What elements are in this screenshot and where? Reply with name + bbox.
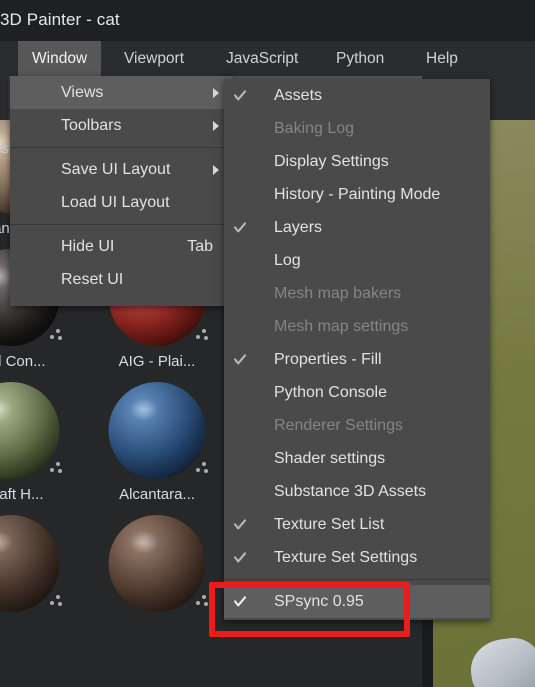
menu-item-texture-set-settings[interactable]: Texture Set Settings [224,541,490,574]
menu-item-label: Toolbars [61,116,122,134]
menu-item-python-console[interactable]: Python Console [224,376,490,409]
checkmark-icon [233,518,247,532]
menu-item-views[interactable]: Views [10,76,233,109]
menu-item-label: Save UI Layout [61,160,171,178]
menu-item-history-painting-mode[interactable]: History - Painting Mode [224,178,490,211]
asset-shading-overlay [108,515,206,612]
menu-item-texture-set-list[interactable]: Texture Set List [224,508,490,541]
menu-item-mesh-map-bakers: Mesh map bakers [224,277,490,310]
menu-item-label: History - Painting Mode [274,185,441,203]
asset-specular-highlight [129,397,159,421]
menu-separator [10,147,233,148]
application-window: 3D Painter - cat Window Viewport JavaScrip… [0,0,535,687]
menu-separator [224,579,490,580]
menu-item-label: Texture Set List [274,515,385,533]
menu-item-label: Shader settings [274,449,386,467]
menubar-item-window[interactable]: Window [18,41,102,76]
asset-label: Alcantara... [119,486,195,503]
menubar-item-label: JavaScript [226,49,299,67]
menu-item-substance-3d-assets[interactable]: Substance 3D Assets [224,475,490,508]
checkmark-icon [233,551,247,565]
submenu-arrow-icon [213,120,219,131]
menu-item-layers[interactable]: Layers [224,211,490,244]
submenu-arrow-icon [213,164,219,175]
checkmark-icon [233,221,247,235]
asset-thumbnail [108,515,206,612]
asset-label: ircraft H... [0,486,44,503]
menu-item-save-ui-layout[interactable]: Save UI Layout [10,153,233,186]
menu-item-label: Display Settings [274,152,389,170]
menu-item-label: Layers [274,218,323,236]
menu-item-renderer-settings: Renderer Settings [224,409,490,442]
asset-specular-highlight [129,530,159,554]
menu-item-label: Views [61,83,104,101]
asset-item[interactable] [84,509,230,642]
menu-item-properties-fill[interactable]: Properties - Fill [224,343,490,376]
menu-item-label: Mesh map bakers [274,284,402,302]
menubar-item-label: Python [336,49,385,67]
menubar-item-label: Viewport [124,49,185,67]
submenu-arrow-icon [213,87,219,98]
asset-type-badge-icon [50,328,64,340]
menu-item-label: Baking Log [274,119,355,137]
window-dropdown-menu[interactable]: Views Toolbars Save UI Layout Load UI Layou… [10,76,233,306]
menubar-item-javascript[interactable]: JavaScript [212,41,312,76]
window-title: 3D Painter - cat [0,10,120,29]
checkmark-icon [233,353,247,367]
asset-specular-highlight [0,397,13,421]
asset-type-badge-icon [196,461,210,473]
asset-thumbnail [108,382,206,479]
menu-item-hide-ui[interactable]: Hide UI Tab [10,230,233,263]
checkmark-icon [233,89,247,103]
asset-label: ged Con... [0,353,46,370]
menubar-item-python[interactable]: Python [322,41,398,76]
title-bar: 3D Painter - cat [0,0,535,41]
menu-item-label: Python Console [274,383,387,401]
menubar-item-label: Help [426,49,458,67]
menu-item-label: Renderer Settings [274,416,403,434]
menu-item-baking-log: Baking Log [224,112,490,145]
asset-type-badge-icon [196,328,210,340]
menu-item-display-settings[interactable]: Display Settings [224,145,490,178]
menu-item-log[interactable]: Log [224,244,490,277]
menu-item-label: SPsync 0.95 [274,592,364,610]
menu-item-label: Mesh map settings [274,317,409,335]
menu-item-reset-ui[interactable]: Reset UI [10,263,233,296]
asset-shading-overlay [108,382,206,479]
menu-item-label: Hide UI [61,237,115,255]
menu-item-label: Assets [274,86,323,104]
menu-item-assets[interactable]: Assets [224,79,490,112]
shelf-tab-label[interactable]: es [0,140,9,156]
menu-item-label: Properties - Fill [274,350,382,368]
menu-item-shader-settings[interactable]: Shader settings [224,442,490,475]
menu-item-label: Log [274,251,301,269]
asset-type-badge-icon [50,461,64,473]
menubar-item-viewport[interactable]: Viewport [110,41,198,76]
menu-item-label: Texture Set Settings [274,548,418,566]
asset-item[interactable] [0,509,84,642]
menubar-item-help[interactable]: Help [412,41,472,76]
checkmark-icon [233,595,247,609]
asset-item[interactable]: ircraft H... [0,376,84,509]
menu-separator [10,224,233,225]
menu-item-label: Load UI Layout [61,193,170,211]
menubar-item-label: Window [32,49,88,67]
views-submenu[interactable]: Assets Baking Log Display Settings History … [224,79,490,620]
asset-specular-highlight [0,530,13,554]
menu-item-label: Substance 3D Assets [274,482,427,500]
asset-type-badge-icon [196,594,210,606]
menu-bar: Window Viewport JavaScript Python Help [0,41,535,76]
asset-item[interactable]: Alcantara... [84,376,230,509]
menu-item-spsync-0-95[interactable]: SPsync 0.95 [224,585,490,618]
menu-item-shortcut: Tab [187,237,213,255]
menu-item-mesh-map-settings: Mesh map settings [224,310,490,343]
menu-item-load-ui-layout[interactable]: Load UI Layout [10,186,233,219]
asset-label: AIG - Plai... [118,353,196,370]
menu-item-label: Reset UI [61,270,124,288]
menu-item-toolbars[interactable]: Toolbars [10,109,233,142]
asset-type-badge-icon [50,594,64,606]
viewport-mesh-object [467,634,535,687]
